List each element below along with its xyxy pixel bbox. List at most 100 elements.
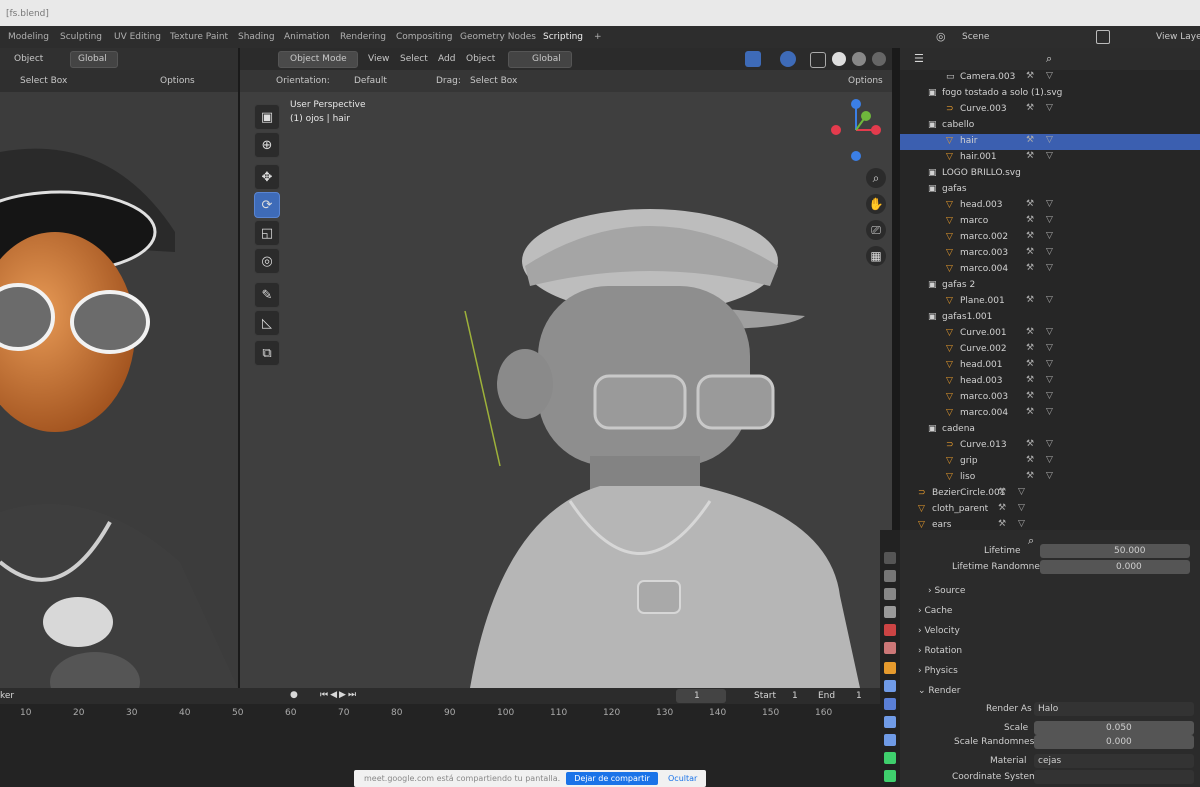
orientation-value[interactable]: Default (354, 76, 387, 86)
outliner-row[interactable]: ▣ cabello (900, 118, 1200, 134)
solid-shading-icon[interactable] (832, 52, 846, 66)
outliner-row[interactable]: ▣ LOGO BRILLO.svg (900, 166, 1200, 182)
main-viewport[interactable]: Object Mode View Select Add Object Globa… (240, 48, 892, 688)
outliner-row[interactable]: ▣ fogo tostado a solo (1).svg (900, 86, 1200, 102)
xray-icon[interactable] (810, 52, 826, 68)
scene-tab-icon[interactable] (884, 624, 896, 636)
tool-tab-icon[interactable] (884, 552, 896, 564)
perspective-toggle-icon[interactable]: ▦ (866, 246, 886, 266)
outliner-row[interactable]: ▽ hair ⚒ ▽ (900, 134, 1200, 150)
camera-view-icon[interactable]: ⎚ (866, 220, 886, 240)
physics-tab-icon[interactable] (884, 716, 896, 728)
left-options[interactable]: Options (160, 76, 195, 86)
material-shading-icon[interactable] (852, 52, 866, 66)
tab-uv-editing[interactable]: UV Editing (114, 32, 161, 42)
snap-icon[interactable] (745, 51, 761, 67)
left-viewport[interactable]: Object Global Select Box Options (0, 48, 238, 688)
outliner[interactable]: ☰ ⌕ ▭ Camera.003 ⚒ ▽ ▣ fogo tostado a solo (1… (900, 48, 1200, 530)
start-value[interactable]: 1 (792, 691, 798, 701)
tab-sculpting[interactable]: Sculpting (60, 32, 102, 42)
outliner-row[interactable]: ▣ gafas 2 (900, 278, 1200, 294)
annotate-tool-icon[interactable]: ✎ (254, 282, 280, 308)
options-menu[interactable]: Options (848, 76, 883, 86)
current-frame-field[interactable] (676, 689, 726, 703)
rendered-shading-icon[interactable] (872, 52, 886, 66)
lifetime-randomness-field[interactable] (1040, 560, 1190, 574)
coordinate-system-dropdown[interactable] (1034, 770, 1194, 784)
tab-scripting[interactable]: Scripting (543, 32, 583, 42)
output-tab-icon[interactable] (884, 588, 896, 600)
outliner-row[interactable]: ▽ marco.003 ⚒ ▽ (900, 390, 1200, 406)
tab-geometry-nodes[interactable]: Geometry Nodes (460, 32, 536, 42)
outliner-row[interactable]: ⊃ BezierCircle.001 ⚒ ▽ (900, 486, 1200, 502)
section-render[interactable]: ⌄ Render (918, 686, 960, 696)
outliner-type-icon[interactable]: ☰ (914, 52, 924, 65)
world-tab-icon[interactable] (884, 642, 896, 654)
outliner-row[interactable]: ⊃ Curve.003 ⚒ ▽ (900, 102, 1200, 118)
section-physics[interactable]: › Physics (918, 666, 958, 676)
tab-shading[interactable]: Shading (238, 32, 275, 42)
stop-sharing-button[interactable]: Dejar de compartir (566, 772, 658, 785)
outliner-row[interactable]: ▽ cloth_parent ⚒ ▽ (900, 502, 1200, 518)
zoom-icon[interactable]: ⌕ (866, 168, 886, 188)
scene-name[interactable]: Scene (962, 32, 989, 42)
outliner-row[interactable]: ▣ cadena (900, 422, 1200, 438)
move-tool-icon[interactable]: ✥ (254, 164, 280, 190)
outliner-row[interactable]: ▽ liso ⚒ ▽ (900, 470, 1200, 486)
constraints-tab-icon[interactable] (884, 734, 896, 746)
outliner-row[interactable]: ▽ marco.003 ⚒ ▽ (900, 246, 1200, 262)
tab-modeling[interactable]: Modeling (8, 32, 49, 42)
tab-rendering[interactable]: Rendering (340, 32, 386, 42)
overlay-icon[interactable] (780, 51, 796, 67)
data-tab-icon[interactable] (884, 752, 896, 764)
timeline-menu-label[interactable]: ker (0, 691, 14, 701)
outliner-row[interactable]: ▽ Curve.002 ⚒ ▽ (900, 342, 1200, 358)
hide-share-bar-link[interactable]: Ocultar (668, 774, 697, 783)
outliner-row[interactable]: ▽ head.003 ⚒ ▽ (900, 374, 1200, 390)
playback-controls-icon[interactable]: ⏮◀▶⏭ (320, 690, 358, 700)
add-cube-tool-icon[interactable]: ⧉ (254, 340, 280, 366)
object-tab-icon[interactable] (884, 662, 896, 674)
render-tab-icon[interactable] (884, 570, 896, 582)
outliner-row[interactable]: ▽ Curve.001 ⚒ ▽ (900, 326, 1200, 342)
outliner-row[interactable]: ▽ ears ⚒ ▽ (900, 518, 1200, 530)
scale-tool-icon[interactable]: ◱ (254, 220, 280, 246)
add-workspace-button[interactable]: + (594, 32, 602, 42)
record-icon[interactable]: ● (290, 690, 298, 700)
outliner-row[interactable]: ▭ Camera.003 ⚒ ▽ (900, 70, 1200, 86)
view-menu[interactable]: View (368, 54, 389, 64)
left-select-box[interactable]: Select Box (20, 76, 67, 86)
section-cache[interactable]: › Cache (918, 606, 952, 616)
drag-value[interactable]: Select Box (470, 76, 517, 86)
rotate-tool-icon[interactable]: ⟳ (254, 192, 280, 218)
navigation-gizmo[interactable] (830, 98, 882, 162)
particles-tab-icon[interactable] (884, 698, 896, 710)
tab-texture-paint[interactable]: Texture Paint (170, 32, 228, 42)
new-scene-icon[interactable] (1096, 30, 1110, 44)
measure-tool-icon[interactable]: ◺ (254, 310, 280, 336)
outliner-row[interactable]: ▽ marco.002 ⚒ ▽ (900, 230, 1200, 246)
section-source[interactable]: › Source (928, 586, 965, 596)
outliner-row[interactable]: ▽ marco.004 ⚒ ▽ (900, 406, 1200, 422)
hand-pan-icon[interactable]: ✋ (866, 194, 886, 214)
end-value[interactable]: 1 (856, 691, 862, 701)
outliner-row[interactable]: ▽ head.001 ⚒ ▽ (900, 358, 1200, 374)
outliner-row[interactable]: ▽ hair.001 ⚒ ▽ (900, 150, 1200, 166)
outliner-row[interactable]: ▣ gafas1.001 (900, 310, 1200, 326)
outliner-row[interactable]: ⊃ Curve.013 ⚒ ▽ (900, 438, 1200, 454)
outliner-row[interactable]: ▽ grip ⚒ ▽ (900, 454, 1200, 470)
modifier-tab-icon[interactable] (884, 680, 896, 692)
view-layer-name[interactable]: View Layer (1156, 32, 1200, 42)
transform-tool-icon[interactable]: ◎ (254, 248, 280, 274)
outliner-row[interactable]: ▣ gafas (900, 182, 1200, 198)
object-menu[interactable]: Object (466, 54, 495, 64)
tab-compositing[interactable]: Compositing (396, 32, 452, 42)
view-layer-tab-icon[interactable] (884, 606, 896, 618)
outliner-row[interactable]: ▽ marco ⚒ ▽ (900, 214, 1200, 230)
select-menu[interactable]: Select (400, 54, 428, 64)
add-menu[interactable]: Add (438, 54, 455, 64)
outliner-row[interactable]: ▽ head.003 ⚒ ▽ (900, 198, 1200, 214)
select-tool-icon[interactable]: ▣ (254, 104, 280, 130)
outliner-row[interactable]: ▽ marco.004 ⚒ ▽ (900, 262, 1200, 278)
outliner-row[interactable]: ▽ Plane.001 ⚒ ▽ (900, 294, 1200, 310)
